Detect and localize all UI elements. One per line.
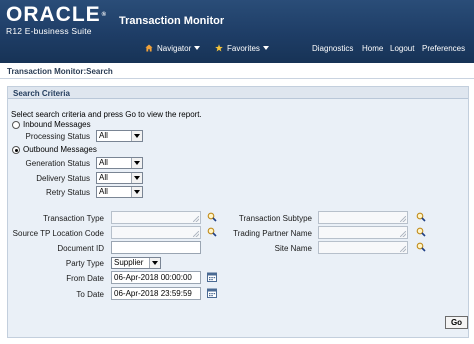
- logo-text: ORACLE: [6, 3, 101, 26]
- processing-status-value: All: [99, 131, 108, 140]
- resize-grip-icon: [400, 216, 406, 222]
- global-nav: Navigator Favorites Diagnostics Home Log…: [0, 43, 474, 57]
- chevron-down-icon: [131, 158, 142, 168]
- inbound-radio[interactable]: [12, 121, 20, 129]
- chevron-down-icon: [131, 187, 142, 197]
- retry-status-value: All: [99, 187, 108, 196]
- document-id-label: Document ID: [57, 244, 104, 253]
- chevron-down-icon: [262, 46, 269, 50]
- generation-status-select[interactable]: All: [96, 157, 143, 169]
- source-tp-location-input[interactable]: [111, 226, 201, 239]
- logout-link[interactable]: Logout: [390, 44, 414, 53]
- resize-grip-icon: [193, 231, 199, 237]
- chevron-down-icon: [194, 46, 201, 50]
- from-date-label: From Date: [66, 274, 104, 283]
- document-id-input[interactable]: [111, 241, 201, 254]
- inbound-label: Inbound Messages: [23, 120, 91, 129]
- oracle-logo: ORACLE® R12 E-business Suite: [6, 3, 108, 37]
- home-link[interactable]: Home: [362, 44, 383, 53]
- calendar-icon[interactable]: [207, 272, 217, 282]
- transaction-subtype-label: Transaction Subtype: [238, 214, 312, 223]
- to-date-input[interactable]: 06-Apr-2018 23:59:59: [111, 287, 201, 300]
- transaction-subtype-input[interactable]: [318, 211, 408, 224]
- app-header: ORACLE® R12 E-business Suite Transaction…: [0, 0, 474, 63]
- logo-registered-mark: ®: [101, 12, 108, 18]
- delivery-status-select[interactable]: All: [96, 172, 143, 184]
- party-type-value: Supplier: [114, 258, 144, 267]
- outbound-label: Outbound Messages: [23, 145, 97, 154]
- go-button[interactable]: Go: [445, 316, 468, 329]
- party-type-select[interactable]: Supplier: [111, 257, 161, 269]
- transaction-type-label: Transaction Type: [43, 214, 104, 223]
- delivery-status-label: Delivery Status: [36, 174, 90, 183]
- calendar-icon[interactable]: [207, 288, 217, 298]
- trading-partner-name-label: Trading Partner Name: [233, 229, 312, 238]
- site-name-label: Site Name: [274, 244, 312, 253]
- preferences-link[interactable]: Preferences: [422, 44, 465, 53]
- app-title: Transaction Monitor: [119, 15, 225, 27]
- search-icon[interactable]: [416, 227, 426, 237]
- chevron-down-icon: [131, 131, 142, 141]
- processing-status-select[interactable]: All: [96, 130, 143, 142]
- party-type-label: Party Type: [65, 259, 104, 268]
- navigator-label: Navigator: [157, 44, 192, 53]
- chevron-down-icon: [131, 173, 142, 183]
- resize-grip-icon: [400, 231, 406, 237]
- outbound-radio[interactable]: [12, 146, 20, 154]
- site-name-input[interactable]: [318, 241, 408, 254]
- section-header: Search Criteria: [8, 87, 468, 99]
- trading-partner-name-input[interactable]: [318, 226, 408, 239]
- breadcrumb-bar: Transaction Monitor:Search: [0, 63, 474, 79]
- section-title: Search Criteria: [13, 89, 70, 98]
- retry-status-select[interactable]: All: [96, 186, 143, 198]
- favorites-label: Favorites: [227, 44, 260, 53]
- generation-status-value: All: [99, 158, 108, 167]
- instructions-text: Select search criteria and press Go to v…: [11, 110, 202, 119]
- search-icon[interactable]: [416, 212, 426, 222]
- search-icon[interactable]: [416, 242, 426, 252]
- home-icon: [145, 44, 153, 52]
- generation-status-label: Generation Status: [25, 159, 90, 168]
- navigator-menu[interactable]: Navigator: [145, 44, 201, 53]
- star-icon: [215, 44, 223, 52]
- logo-subtitle: R12 E-business Suite: [6, 26, 92, 36]
- diagnostics-link[interactable]: Diagnostics: [312, 44, 353, 53]
- to-date-label: To Date: [76, 290, 104, 299]
- transaction-type-input[interactable]: [111, 211, 201, 224]
- delivery-status-value: All: [99, 173, 108, 182]
- source-tp-location-label: Source TP Location Code: [12, 229, 104, 238]
- from-date-input[interactable]: 06-Apr-2018 00:00:00: [111, 271, 201, 284]
- chevron-down-icon: [149, 258, 160, 268]
- retry-status-label: Retry Status: [45, 188, 90, 197]
- page-title: Transaction Monitor:Search: [7, 67, 113, 76]
- favorites-menu[interactable]: Favorites: [215, 44, 269, 53]
- processing-status-label: Processing Status: [25, 132, 90, 141]
- resize-grip-icon: [193, 216, 199, 222]
- resize-grip-icon: [400, 246, 406, 252]
